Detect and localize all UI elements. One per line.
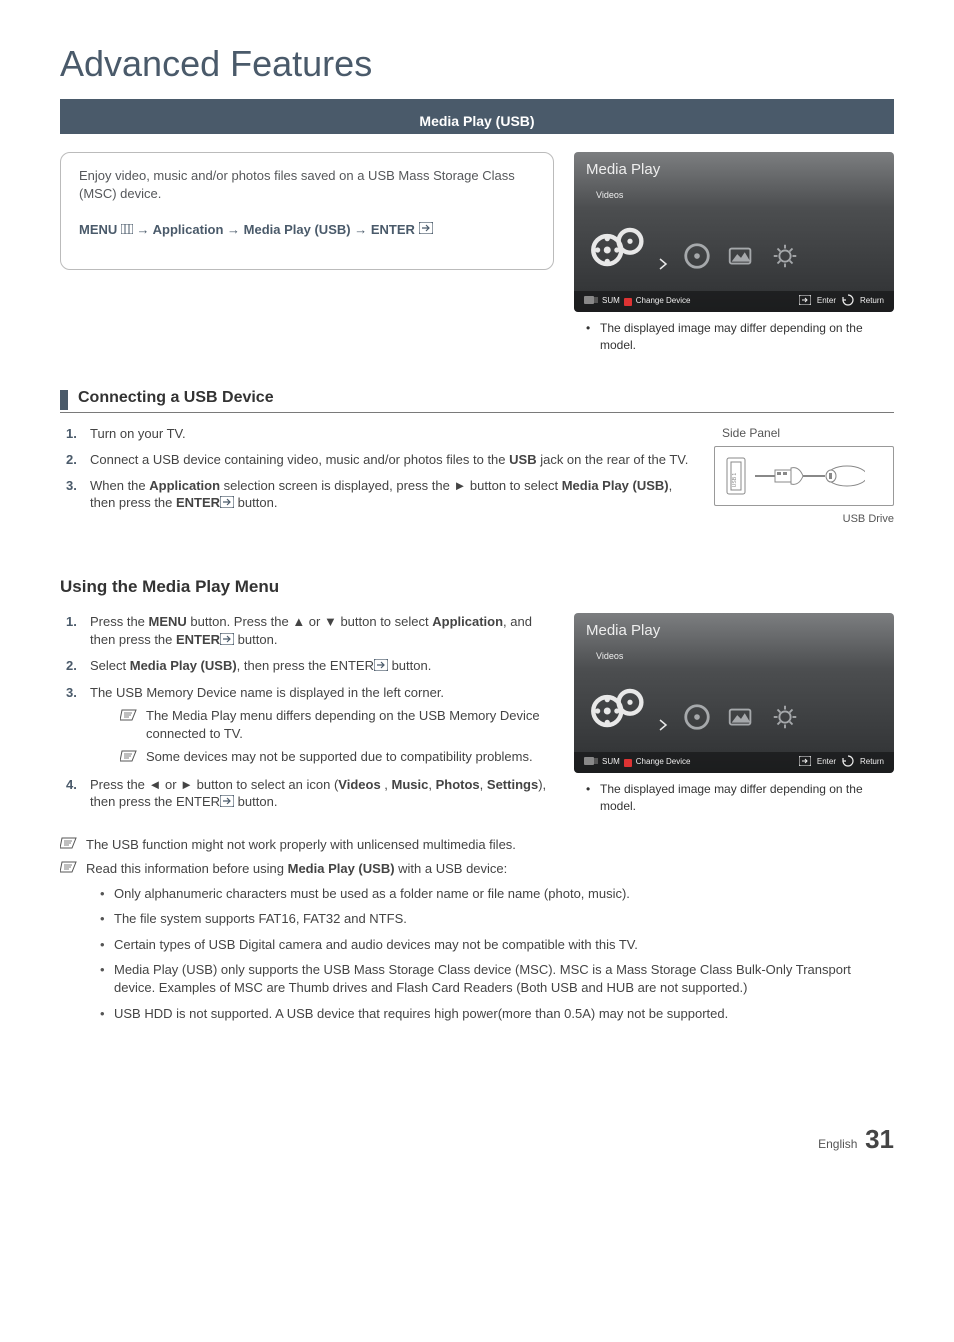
- connect-step-2: Connect a USB device containing video, m…: [60, 451, 694, 469]
- header-bar: [60, 99, 894, 109]
- list-item: Certain types of USB Digital camera and …: [100, 936, 894, 954]
- menu-path: MENU → Application → Media Play (USB) → …: [79, 221, 535, 239]
- footer-change-device: Change Device: [636, 296, 691, 307]
- menu-label: MENU: [79, 222, 117, 237]
- footer-sum: SUM: [602, 296, 620, 307]
- page-footer: English 31: [60, 1122, 894, 1157]
- footer-enter: Enter: [817, 757, 836, 768]
- note-icon: [60, 836, 78, 855]
- usb-stick-icon: [584, 294, 598, 310]
- enter-icon: [220, 632, 234, 650]
- media-play-figure-1: Media Play Videos: [574, 152, 894, 352]
- settings-icon: [770, 702, 800, 737]
- side-panel-figure: Side Panel USB 1 USB Drive: [714, 425, 894, 526]
- section-banner: Media Play (USB): [60, 109, 894, 135]
- music-icon: [682, 702, 712, 737]
- using-steps: Press the MENU button. Press the ▲ or ▼ …: [60, 613, 554, 811]
- using-step-4: Press the ◄ or ► button to select an ico…: [60, 776, 554, 812]
- connect-step-1: Turn on your TV.: [60, 425, 694, 443]
- enter-icon: [220, 495, 234, 513]
- note-icon: [120, 749, 138, 768]
- media-play-selected-label: Videos: [574, 650, 894, 662]
- using-step-3: The USB Memory Device name is displayed …: [60, 684, 554, 768]
- menu-path-mediaplay: Media Play (USB): [244, 222, 351, 237]
- note-icon: [60, 860, 78, 879]
- page-title: Advanced Features: [60, 40, 894, 89]
- using-step-2: Select Media Play (USB), then press the …: [60, 657, 554, 675]
- menu-path-enter: ENTER: [371, 222, 415, 237]
- enter-icon: [220, 794, 234, 812]
- using-step-3-note-1: The Media Play menu differs depending on…: [146, 707, 554, 742]
- using-step-3-note-2: Some devices may not be supported due to…: [146, 748, 533, 766]
- usb-drive-label: USB Drive: [714, 512, 894, 527]
- enter-icon: [799, 756, 811, 770]
- subhead-connecting: Connecting a USB Device: [60, 387, 894, 414]
- list-item: Only alphanumeric characters must be use…: [100, 885, 894, 903]
- footer-language: English: [818, 1137, 857, 1151]
- chevron-right-icon: [658, 718, 668, 737]
- footer-return: Return: [860, 296, 884, 307]
- footer-page-number: 31: [865, 1124, 894, 1154]
- enter-icon: [374, 658, 388, 676]
- settings-icon: [770, 241, 800, 276]
- usb-stick-icon: [584, 755, 598, 771]
- videos-icon: [588, 676, 644, 737]
- media-play-title: Media Play: [574, 152, 894, 188]
- menu-icon: [121, 221, 133, 239]
- menu-path-application: Application: [153, 222, 224, 237]
- media-play-figure-2: Media Play Videos: [574, 613, 894, 813]
- connect-step-3: When the Application selection screen is…: [60, 477, 694, 513]
- footer-enter: Enter: [817, 296, 836, 307]
- list-item: USB HDD is not supported. A USB device t…: [100, 1005, 894, 1023]
- key-a-swatch: [624, 759, 632, 767]
- chevron-right-icon: [658, 257, 668, 276]
- usb-connector-icon: [755, 462, 865, 490]
- intro-panel: Enjoy video, music and/or photos files s…: [60, 152, 554, 269]
- footer-change-device: Change Device: [636, 757, 691, 768]
- global-notes: The USB function might not work properly…: [60, 836, 894, 1022]
- photos-icon: [726, 241, 756, 276]
- return-icon: [842, 755, 854, 771]
- return-icon: [842, 294, 854, 310]
- key-a-swatch: [624, 298, 632, 306]
- global-note-2: Read this information before using Media…: [86, 860, 507, 878]
- subhead-connecting-text: Connecting a USB Device: [78, 387, 274, 413]
- using-step-1: Press the MENU button. Press the ▲ or ▼ …: [60, 613, 554, 649]
- footer-sum: SUM: [602, 757, 620, 768]
- list-item: Media Play (USB) only supports the USB M…: [100, 961, 894, 996]
- usb-port-icon: USB 1: [725, 456, 747, 496]
- intro-text: Enjoy video, music and/or photos files s…: [79, 167, 535, 202]
- connect-steps: Turn on your TV. Connect a USB device co…: [60, 425, 694, 520]
- subhead-using: Using the Media Play Menu: [60, 576, 894, 599]
- photos-icon: [726, 702, 756, 737]
- side-panel-label: Side Panel: [714, 425, 894, 441]
- videos-icon: [588, 215, 644, 276]
- music-icon: [682, 241, 712, 276]
- note-icon: [120, 708, 138, 727]
- svg-text:USB 1: USB 1: [732, 472, 738, 487]
- enter-icon: [799, 295, 811, 309]
- enter-icon: [419, 221, 433, 239]
- global-notes-bullets: Only alphanumeric characters must be use…: [60, 885, 894, 1022]
- media-play-selected-label: Videos: [574, 189, 894, 201]
- list-item: The file system supports FAT16, FAT32 an…: [100, 910, 894, 928]
- figure-caption: The displayed image may differ depending…: [574, 320, 894, 352]
- figure-caption: The displayed image may differ depending…: [574, 781, 894, 813]
- media-play-title: Media Play: [574, 613, 894, 649]
- footer-return: Return: [860, 757, 884, 768]
- global-note-1: The USB function might not work properly…: [86, 836, 516, 854]
